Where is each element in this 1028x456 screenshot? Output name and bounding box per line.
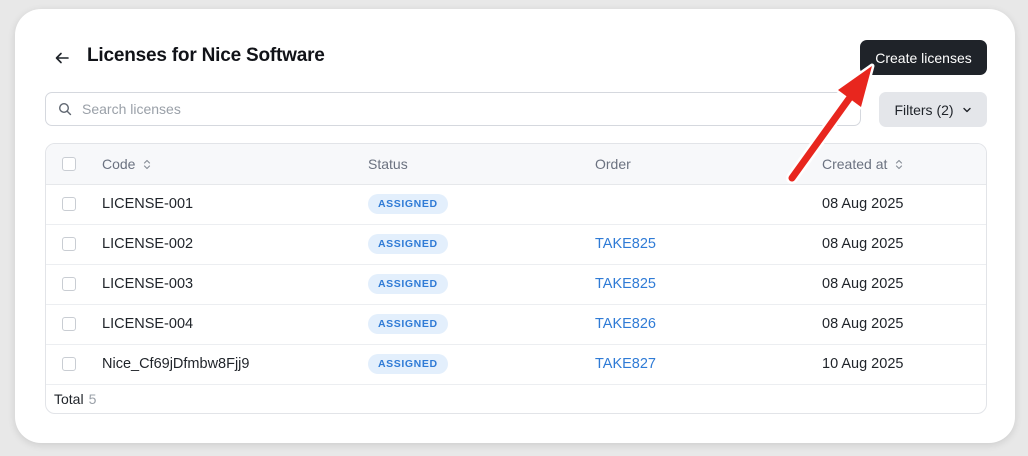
table-row[interactable]: LICENSE-004 ASSIGNED TAKE826 08 Aug 2025 <box>46 304 986 345</box>
column-created-label: Created at <box>822 156 888 172</box>
column-code[interactable]: Code <box>102 144 151 184</box>
status-badge: ASSIGNED <box>368 274 448 294</box>
row-checkbox[interactable] <box>62 277 76 291</box>
created-at: 08 Aug 2025 <box>822 196 904 212</box>
select-all-checkbox[interactable] <box>62 157 76 171</box>
licenses-table: Code Status Order Created at LICENSE-001… <box>45 143 987 414</box>
search-icon <box>58 102 72 116</box>
order-link[interactable]: TAKE825 <box>595 276 656 292</box>
column-order: Order <box>595 156 631 172</box>
table-row[interactable]: LICENSE-002 ASSIGNED TAKE825 08 Aug 2025 <box>46 224 986 265</box>
create-licenses-button[interactable]: Create licenses <box>860 40 987 75</box>
table-row[interactable]: Nice_Cf69jDfmbw8Fjj9 ASSIGNED TAKE827 10… <box>46 344 986 385</box>
row-select-cell <box>62 304 76 344</box>
row-checkbox[interactable] <box>62 357 76 371</box>
column-status: Status <box>368 156 408 172</box>
license-code: LICENSE-003 <box>102 276 194 292</box>
created-at: 08 Aug 2025 <box>822 316 904 332</box>
column-code-label: Code <box>102 156 136 172</box>
created-at: 10 Aug 2025 <box>822 356 904 372</box>
license-code: LICENSE-001 <box>102 196 194 212</box>
order-cell: TAKE826 <box>595 304 656 344</box>
row-checkbox[interactable] <box>62 317 76 331</box>
table-header: Code Status Order Created at <box>46 144 986 185</box>
table-footer: Total 5 <box>46 384 986 413</box>
order-link[interactable]: TAKE825 <box>595 236 656 252</box>
status-cell: ASSIGNED <box>368 224 448 264</box>
back-button[interactable] <box>51 47 73 69</box>
license-code: LICENSE-004 <box>102 316 194 332</box>
chevron-down-icon <box>962 107 971 112</box>
select-all-cell <box>62 144 76 184</box>
page-header: Licenses for Nice Software Create licens… <box>15 9 1015 89</box>
license-code: Nice_Cf69jDfmbw8Fjj9 <box>102 356 250 372</box>
created-at: 08 Aug 2025 <box>822 276 904 292</box>
table-row[interactable]: LICENSE-001 ASSIGNED 08 Aug 2025 <box>46 184 986 225</box>
status-cell: ASSIGNED <box>368 264 448 304</box>
sort-icon <box>143 159 151 170</box>
status-cell: ASSIGNED <box>368 304 448 344</box>
sort-icon <box>895 159 903 170</box>
total-count: 5 <box>88 391 97 407</box>
search-bar <box>45 92 861 126</box>
status-badge: ASSIGNED <box>368 354 448 374</box>
license-code: LICENSE-002 <box>102 236 194 252</box>
order-cell: TAKE825 <box>595 264 656 304</box>
total-label: Total <box>54 391 84 407</box>
order-cell: TAKE827 <box>595 344 656 384</box>
row-select-cell <box>62 184 76 224</box>
order-link[interactable]: TAKE827 <box>595 356 656 372</box>
status-badge: ASSIGNED <box>368 314 448 334</box>
status-cell: ASSIGNED <box>368 344 448 384</box>
created-at: 08 Aug 2025 <box>822 236 904 252</box>
filters-label: Filters (2) <box>894 101 954 118</box>
row-select-cell <box>62 224 76 264</box>
row-checkbox[interactable] <box>62 197 76 211</box>
status-cell: ASSIGNED <box>368 184 448 224</box>
order-link[interactable]: TAKE826 <box>595 316 656 332</box>
app-window: Licenses for Nice Software Create licens… <box>15 9 1015 443</box>
column-created-at[interactable]: Created at <box>822 144 903 184</box>
order-cell: TAKE825 <box>595 224 656 264</box>
arrow-left-icon <box>55 52 69 64</box>
status-badge: ASSIGNED <box>368 234 448 254</box>
page-title: Licenses for Nice Software <box>87 45 325 66</box>
table-row[interactable]: LICENSE-003 ASSIGNED TAKE825 08 Aug 2025 <box>46 264 986 305</box>
filters-button[interactable]: Filters (2) <box>879 92 987 127</box>
search-input[interactable] <box>80 100 784 118</box>
row-checkbox[interactable] <box>62 237 76 251</box>
row-select-cell <box>62 264 76 304</box>
row-select-cell <box>62 344 76 384</box>
status-badge: ASSIGNED <box>368 194 448 214</box>
